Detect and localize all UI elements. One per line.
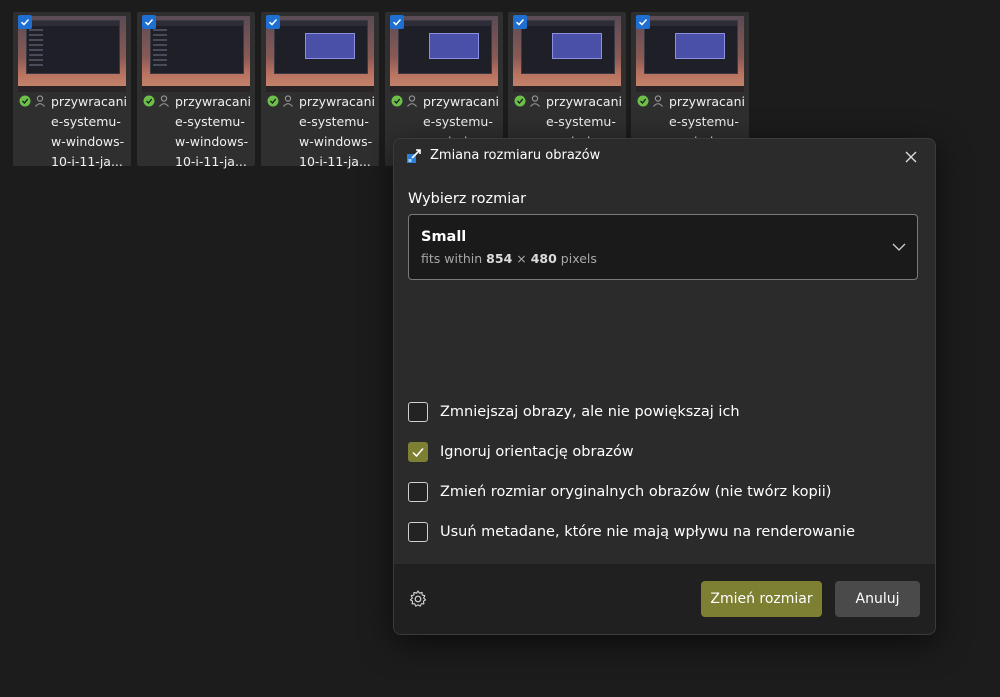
file-thumbnail[interactable]: przywracanie-systemu-w-windows-10-i-11-j…	[137, 12, 255, 169]
check-circle-icon	[637, 95, 649, 107]
check-circle-icon	[391, 95, 403, 107]
image-resizer-icon	[406, 148, 422, 164]
check-circle-icon	[143, 95, 155, 107]
chevron-down-icon	[891, 239, 907, 255]
file-thumbnail[interactable]: przywracanie-systemu-w-windows-10-i-11-j…	[13, 12, 131, 169]
thumbnail-image	[636, 16, 744, 92]
sync-status	[514, 93, 544, 107]
size-description: fits within 854 × 480 pixels	[421, 251, 597, 266]
dialog-footer: Zmień rozmiar Anuluj	[394, 564, 935, 634]
file-name: przywracanie-systemu-w-windows-10-i-11-j…	[175, 94, 251, 169]
checkbox-shrink-only[interactable]	[408, 402, 428, 422]
selected-checkbox-icon[interactable]	[636, 15, 650, 29]
file-name: przywracanie-systemu-w-windows-10-i-11-j…	[51, 94, 127, 169]
settings-button[interactable]	[408, 589, 428, 609]
checkbox-replace-originals[interactable]	[408, 482, 428, 502]
selected-checkbox-icon[interactable]	[18, 15, 32, 29]
thumbnail-image	[142, 16, 250, 92]
image-resizer-dialog: Zmiana rozmiaru obrazów Wybierz rozmiar …	[393, 138, 936, 635]
size-dropdown[interactable]: Small fits within 854 × 480 pixels	[408, 214, 918, 280]
sync-status	[391, 93, 421, 107]
person-icon	[530, 95, 540, 107]
resize-button[interactable]: Zmień rozmiar	[701, 581, 822, 617]
person-icon	[407, 95, 417, 107]
selected-checkbox-icon[interactable]	[266, 15, 280, 29]
check-circle-icon	[19, 95, 31, 107]
file-thumbnail[interactable]: przywracanie-systemu-w-windows-10-i-11-j…	[261, 12, 379, 169]
person-icon	[35, 95, 45, 107]
sync-status	[143, 93, 173, 107]
close-button[interactable]	[899, 145, 923, 169]
file-name: przywracanie-systemu-w-windows-10-i-11-j…	[299, 94, 375, 169]
sync-status	[19, 93, 49, 107]
close-icon	[905, 151, 917, 163]
person-icon	[653, 95, 663, 107]
person-icon	[159, 95, 169, 107]
size-section-label: Wybierz rozmiar	[408, 191, 527, 207]
sync-status	[267, 93, 297, 107]
option-ignore-orientation[interactable]: Ignoruj orientację obrazów	[408, 441, 634, 463]
checkbox-remove-metadata[interactable]	[408, 522, 428, 542]
thumbnail-image	[266, 16, 374, 92]
size-height: 480	[530, 251, 557, 266]
gear-icon	[409, 590, 427, 607]
size-name: Small	[421, 229, 467, 245]
dialog-title: Zmiana rozmiaru obrazów	[430, 148, 601, 163]
selected-checkbox-icon[interactable]	[390, 15, 404, 29]
option-remove-metadata[interactable]: Usuń metadane, które nie mają wpływu na …	[408, 521, 855, 543]
checkmark-icon	[412, 448, 424, 458]
option-shrink-only[interactable]: Zmniejszaj obrazy, ale nie powiększaj ic…	[408, 401, 740, 423]
checkbox-ignore-orientation[interactable]	[408, 442, 428, 462]
sync-status	[637, 93, 667, 107]
check-circle-icon	[514, 95, 526, 107]
size-times: ×	[516, 251, 527, 266]
thumbnail-image	[390, 16, 498, 92]
option-replace-originals[interactable]: Zmień rozmiar oryginalnych obrazów (nie …	[408, 481, 831, 503]
selected-checkbox-icon[interactable]	[142, 15, 156, 29]
check-circle-icon	[267, 95, 279, 107]
thumbnail-image	[18, 16, 126, 92]
thumbnail-image	[513, 16, 621, 92]
size-width: 854	[486, 251, 513, 266]
selected-checkbox-icon[interactable]	[513, 15, 527, 29]
cancel-button[interactable]: Anuluj	[835, 581, 920, 617]
person-icon	[283, 95, 293, 107]
